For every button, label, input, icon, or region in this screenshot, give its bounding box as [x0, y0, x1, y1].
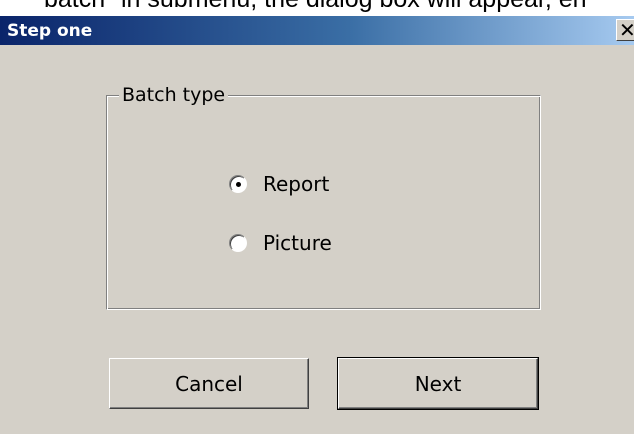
batch-type-groupbox [106, 95, 541, 310]
cancel-button[interactable]: Cancel [109, 358, 309, 409]
background-text: batch" in submenu, the dialog box will a… [44, 0, 587, 14]
report-radio-label[interactable]: Report [263, 172, 329, 196]
picture-radio-label[interactable]: Picture [263, 231, 332, 255]
next-button-label: Next [414, 371, 462, 396]
close-icon: ✕ [619, 18, 634, 42]
report-radio[interactable] [229, 175, 247, 193]
cancel-button-label: Cancel [175, 371, 243, 396]
dialog-titlebar[interactable]: Step one [0, 16, 634, 45]
close-button[interactable]: ✕ [616, 19, 634, 41]
groupbox-label: Batch type [119, 84, 229, 106]
picture-radio[interactable] [229, 234, 247, 252]
dialog-title: Step one [7, 21, 93, 41]
radio-selected-dot [236, 182, 241, 187]
background-document-text: batch" in submenu, the dialog box will a… [0, 0, 634, 16]
next-button[interactable]: Next [337, 357, 539, 410]
